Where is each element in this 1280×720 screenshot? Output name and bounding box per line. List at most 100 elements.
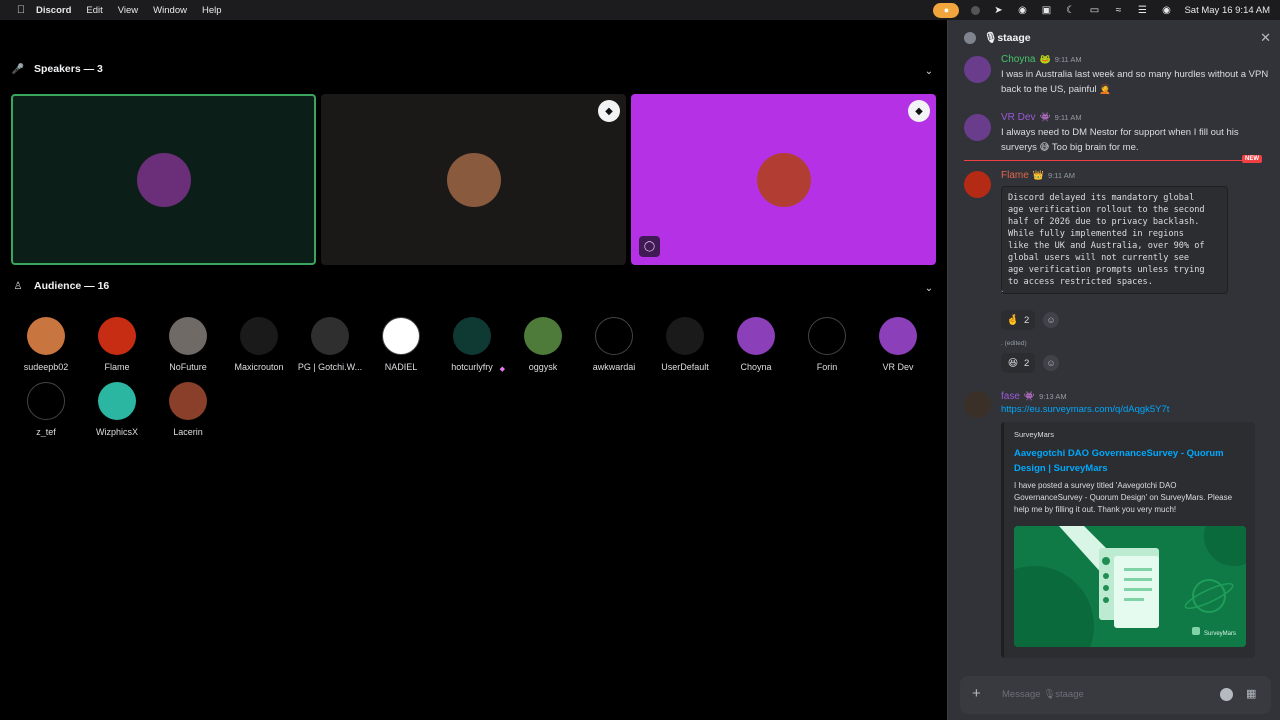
new-label: NEW (1242, 155, 1262, 163)
author-name[interactable]: Flame (1001, 170, 1029, 181)
audience-member[interactable]: WizphicsX (82, 382, 152, 437)
message-composer[interactable]: + Message 🎙staage ▦ (960, 676, 1271, 714)
reaction-count: 2 (1024, 314, 1030, 326)
vpn-icon[interactable]: ◉ (1016, 4, 1028, 16)
emoji-picker-icon[interactable] (1220, 688, 1233, 701)
close-icon[interactable]: ✕ (1260, 30, 1271, 46)
nitro-boost-icon: ◆ (499, 366, 505, 373)
embed-title[interactable]: Aavegotchi DAO GovernanceSurvey - Quorum… (1014, 446, 1244, 476)
add-reaction-icon[interactable]: ☺ (1043, 355, 1059, 371)
chevron-down-icon[interactable]: ⌄ (923, 65, 935, 77)
audience-member-name: awkwardai (592, 362, 636, 372)
avatar (169, 382, 207, 420)
timestamp: 9:11 AM (1054, 113, 1082, 122)
audience-member-name: Flame (104, 362, 130, 372)
avatar[interactable] (964, 391, 991, 418)
reaction-button[interactable]: 😆 2 (1001, 353, 1036, 373)
menu-bar:  Discord Edit View Window Help ● ➤ ◉ ▣ … (0, 0, 1280, 20)
avatar (666, 317, 704, 355)
add-reaction-icon[interactable]: ☺ (1043, 312, 1059, 328)
audience-member[interactable]: sudeepb02 (11, 317, 81, 372)
audience-member[interactable]: UserDefault (650, 317, 720, 372)
avatar (27, 317, 65, 355)
audience-member[interactable]: Lacerin (153, 382, 223, 437)
avatar (756, 152, 811, 207)
role-emoji: 🐸 (1039, 54, 1051, 64)
avatar (737, 317, 775, 355)
wifi-icon[interactable]: ≈ (1112, 4, 1124, 16)
author-name[interactable]: Choyna (1001, 54, 1035, 65)
audience-member-name: UserDefault (661, 362, 709, 372)
add-attachment-icon[interactable]: + (972, 686, 981, 702)
menu-edit[interactable]: Edit (86, 5, 102, 16)
message-text: I was in Australia last week and so many… (1001, 69, 1269, 95)
audience-member[interactable]: Choyna (721, 317, 791, 372)
chevron-down-icon[interactable]: ⌄ (923, 282, 935, 294)
menu-window[interactable]: Window (153, 5, 187, 16)
avatar (311, 317, 349, 355)
audience-member[interactable]: NADIEL (366, 317, 436, 372)
avatar (453, 317, 491, 355)
apple-icon[interactable]:  (12, 4, 30, 16)
moon-icon[interactable]: ☾ (1064, 4, 1076, 16)
role-emoji: 👾 (1039, 112, 1051, 122)
reaction-button[interactable]: 🤞 2 (1001, 310, 1036, 330)
speaker-tile[interactable] (11, 94, 316, 265)
battery-icon[interactable]: ▭ (1088, 4, 1100, 16)
audience-member-name: z_tef (36, 427, 56, 437)
control-center-icon[interactable]: ☰ (1136, 4, 1148, 16)
survey-link[interactable]: https://eu.surveymars.com/q/dAqgk5Y7t (1001, 404, 1169, 415)
avatar (98, 317, 136, 355)
message-text: I always need to DM Nestor for support w… (1001, 127, 1239, 153)
telegram-icon[interactable]: ➤ (992, 4, 1004, 16)
audience-member[interactable]: hotcurlyfry ◆ (437, 317, 507, 373)
menu-help[interactable]: Help (202, 5, 222, 16)
timestamp: 9:13 AM (1039, 392, 1067, 401)
audience-member-name: Forin (816, 362, 838, 372)
message-input[interactable]: Message 🎙staage (1002, 689, 1084, 700)
audience-icon: ♙ (13, 280, 23, 292)
menu-app-name[interactable]: Discord (36, 5, 71, 16)
reaction-emoji: 😆 (1007, 357, 1019, 369)
record-icon[interactable] (971, 5, 981, 15)
code-tail: ` (1001, 290, 1004, 299)
audience-member[interactable]: Flame (82, 317, 152, 372)
lock-icon[interactable]: ▣ (1040, 4, 1052, 16)
reaction-emoji: 🤞 (1006, 314, 1020, 326)
audience-member-name: VR Dev (882, 362, 914, 372)
reaction-count: 2 (1024, 357, 1030, 369)
speaker-tile[interactable]: ◆ ◯ (631, 94, 936, 265)
audience-member-name: Lacerin (173, 427, 203, 437)
audience-member[interactable]: z_tef (11, 382, 81, 437)
author-name[interactable]: fase (1001, 391, 1020, 402)
role-emoji: 👑 (1032, 170, 1045, 180)
avatar[interactable] (964, 114, 991, 141)
avatar[interactable] (964, 56, 991, 83)
menu-clock[interactable]: Sat May 16 9:14 AM (1184, 5, 1270, 16)
audience-member[interactable]: awkwardai (579, 317, 649, 372)
audience-member[interactable]: oggysk (508, 317, 578, 372)
audience-member[interactable]: Forin (792, 317, 862, 372)
embed-provider[interactable]: SurveyMars (1014, 430, 1054, 439)
chat-panel: 🎙staage ✕ Choyna 🐸 9:11 AM I was in Aust… (947, 20, 1280, 720)
author-name[interactable]: VR Dev (1001, 112, 1035, 123)
timestamp: 9:11 AM (1054, 55, 1082, 64)
audience-label: Audience — 16 (34, 280, 110, 292)
siri-icon[interactable]: ◉ (1160, 4, 1172, 16)
audience-member-name: Choyna (740, 362, 772, 372)
menu-view[interactable]: View (118, 5, 138, 16)
thread-icon (964, 32, 976, 44)
audience-member[interactable]: NoFuture (153, 317, 223, 372)
speakers-header: 🎤 Speakers — 3 (12, 63, 103, 75)
audience-member[interactable]: PG | Gotchi.W... (295, 317, 365, 372)
audience-member[interactable]: Maxicrouton (224, 317, 294, 372)
new-messages-divider: NEW (964, 155, 1262, 163)
audience-member-name: Maxicrouton (234, 362, 284, 372)
avatar[interactable] (964, 171, 991, 198)
embed-image[interactable]: SurveyMars (1014, 526, 1246, 647)
edited-marker: . (edited) (1001, 340, 1027, 347)
audience-member[interactable]: VR Dev (863, 317, 933, 372)
speaker-tile[interactable]: ◆ (321, 94, 626, 265)
apps-icon[interactable]: ▦ (1246, 688, 1259, 701)
mic-icon[interactable]: ● (933, 2, 960, 18)
